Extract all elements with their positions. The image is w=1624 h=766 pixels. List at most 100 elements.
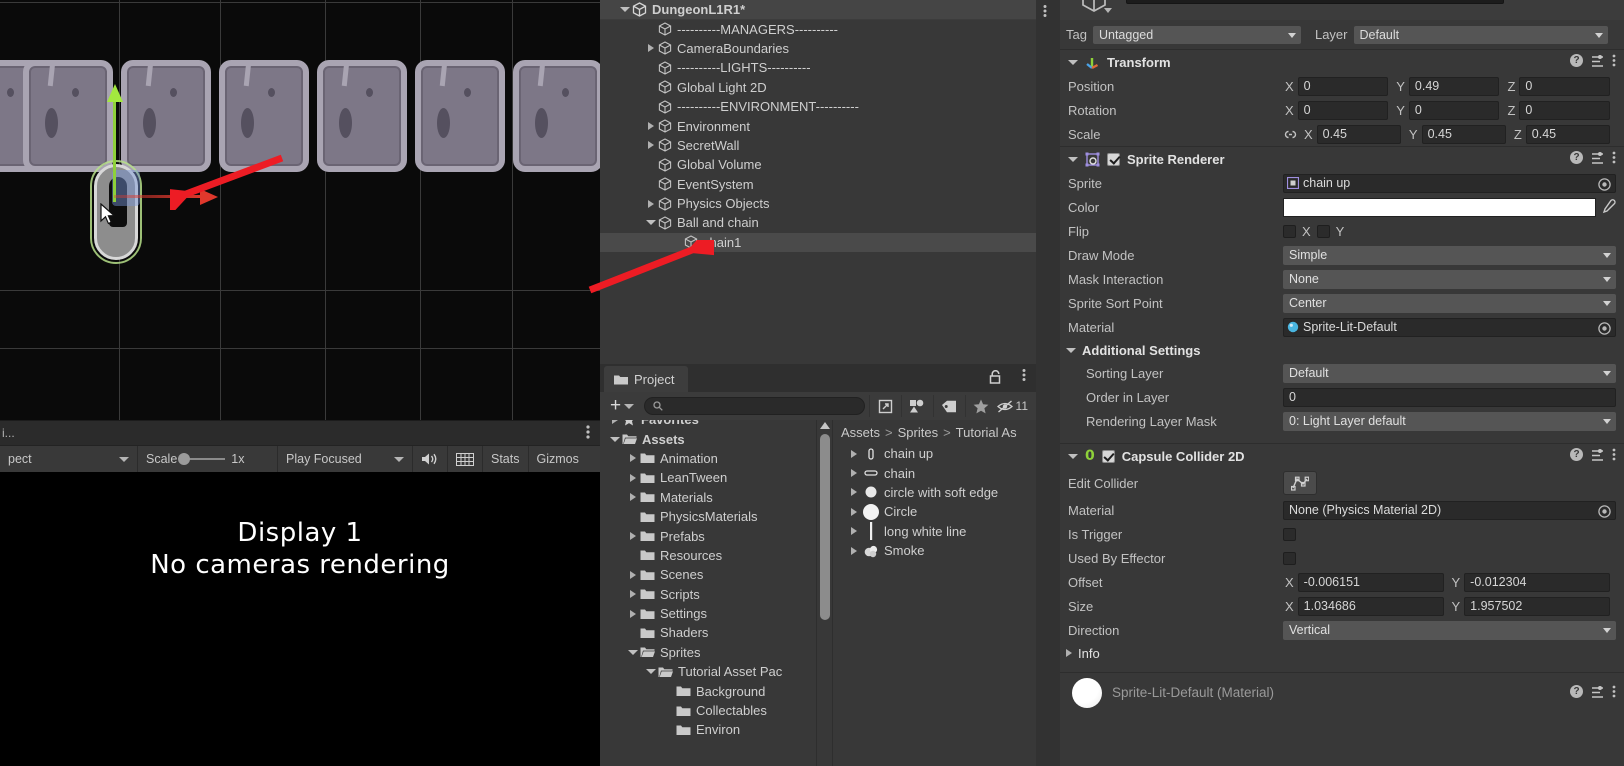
size-x-input[interactable]: 1.034686: [1297, 596, 1444, 616]
draw-mode-row[interactable]: Draw Mode Simple: [1060, 243, 1624, 267]
flip-y-checkbox[interactable]: [1316, 224, 1330, 238]
is-trigger-row[interactable]: Is Trigger: [1060, 522, 1624, 546]
scene-tile[interactable]: [415, 60, 505, 172]
favorites-filter-button[interactable]: [964, 395, 997, 417]
additional-settings-header[interactable]: Additional Settings: [1060, 339, 1624, 361]
tree-toggle[interactable]: [847, 469, 861, 478]
hierarchy-item-environment[interactable]: Environment: [600, 116, 1036, 135]
object-picker-icon[interactable]: [1598, 177, 1611, 191]
tree-toggle[interactable]: [608, 436, 622, 442]
project-folder-animation[interactable]: Animation: [600, 449, 816, 468]
material-footer[interactable]: Sprite-Lit-Default (Material) ?: [1060, 672, 1624, 712]
tree-toggle[interactable]: [847, 449, 861, 458]
aspect-dropdown[interactable]: pect: [0, 446, 138, 472]
scale-slider-track[interactable]: [178, 453, 226, 465]
hierarchy-item-secretwall[interactable]: SecretWall: [600, 136, 1036, 155]
draw-mode-dropdown[interactable]: Simple: [1283, 245, 1616, 265]
info-foldout[interactable]: Info: [1060, 642, 1624, 664]
offset-y-input[interactable]: -0.012304: [1464, 572, 1610, 592]
hierarchy-item-eventsystem[interactable]: EventSystem: [600, 175, 1036, 194]
color-swatch[interactable]: [1283, 197, 1596, 217]
capsule-collider-enabled-checkbox[interactable]: [1101, 449, 1115, 463]
kebab-menu-icon[interactable]: [1612, 685, 1616, 698]
size-y-input[interactable]: 1.957502: [1464, 596, 1610, 616]
edit-collider-row[interactable]: Edit Collider: [1060, 468, 1624, 498]
cc-material-row[interactable]: Material None (Physics Material 2D): [1060, 498, 1624, 522]
asset-row[interactable]: chain up: [833, 444, 1036, 463]
kebab-menu-icon[interactable]: [1612, 448, 1616, 461]
scrollbar-thumb[interactable]: [820, 434, 830, 620]
breadcrumb-item[interactable]: Assets: [841, 425, 880, 440]
sprite-renderer-enabled-checkbox[interactable]: [1107, 152, 1120, 166]
project-folder-prefabs[interactable]: Prefabs: [600, 526, 816, 545]
project-folder-tutorial-asset-pac[interactable]: Tutorial Asset Pac: [600, 662, 816, 681]
scene-tile[interactable]: [23, 60, 113, 172]
search-input-wrapper[interactable]: [644, 397, 865, 415]
gizmo-y-axis[interactable]: [113, 90, 116, 202]
eyedropper-icon[interactable]: [1600, 199, 1616, 215]
rotation-x-input[interactable]: 0: [1297, 100, 1389, 120]
mask-interaction-dropdown[interactable]: None: [1283, 269, 1616, 289]
tag-layer-row[interactable]: Tag Untagged Layer Default: [1060, 20, 1624, 49]
hierarchy-item-managers[interactable]: ----------MANAGERS----------: [600, 19, 1036, 38]
tree-toggle[interactable]: [626, 473, 640, 482]
breadcrumb-item[interactable]: Tutorial As: [956, 425, 1017, 440]
flip-x-checkbox[interactable]: [1283, 224, 1296, 238]
project-toolbar[interactable]: + 11: [600, 392, 1036, 420]
inspector-body[interactable]: chain1 Tag Untagged Layer Default Transf: [1060, 0, 1624, 766]
hierarchy-item-environment[interactable]: ----------ENVIRONMENT----------: [600, 97, 1036, 116]
kebab-menu-icon[interactable]: [1022, 368, 1026, 382]
preset-icon[interactable]: [1591, 151, 1604, 164]
project-folder-sprites[interactable]: Sprites: [600, 643, 816, 662]
rotation-y-input[interactable]: 0: [1408, 100, 1500, 120]
sr-material-row[interactable]: Material Sprite-Lit-Default: [1060, 315, 1624, 339]
asset-row[interactable]: Circle: [833, 502, 1036, 521]
kebab-menu-icon[interactable]: [1612, 151, 1616, 164]
sorting-layer-row[interactable]: Sorting Layer Default: [1060, 361, 1624, 385]
scene-tile[interactable]: [317, 60, 407, 172]
mask-interaction-row[interactable]: Mask Interaction None: [1060, 267, 1624, 291]
asset-row[interactable]: chain: [833, 463, 1036, 482]
scale-slider-knob[interactable]: [178, 453, 191, 465]
project-panel[interactable]: Project + 11 Assets Animation LeanTween …: [600, 364, 1036, 766]
hierarchy-item-chain1[interactable]: chain1: [600, 232, 1036, 253]
tree-toggle[interactable]: [644, 220, 658, 226]
help-icon[interactable]: ?: [1570, 685, 1583, 698]
tree-toggle[interactable]: [618, 7, 632, 13]
project-asset-list[interactable]: Assets > Sprites > Tutorial As chain up chain…: [832, 420, 1036, 766]
position-y-input[interactable]: 0.49: [1408, 76, 1500, 96]
help-icon[interactable]: ?: [1570, 54, 1583, 67]
hierarchy-item-ball-and-chain[interactable]: Ball and chain: [600, 213, 1036, 232]
order-in-layer-input[interactable]: 0: [1283, 387, 1616, 407]
project-tree-scrollbar[interactable]: [816, 420, 832, 766]
tree-toggle[interactable]: [608, 420, 622, 424]
tree-toggle[interactable]: [626, 609, 640, 618]
expand-triangle-icon[interactable]: [1066, 649, 1072, 657]
project-folder-shaders[interactable]: Shaders: [600, 623, 816, 642]
tree-toggle[interactable]: [626, 649, 640, 655]
collapse-triangle-icon[interactable]: [1068, 156, 1078, 162]
scene-tile[interactable]: [219, 60, 309, 172]
tree-toggle[interactable]: [644, 669, 658, 675]
transform-position-row[interactable]: Position X 0 Y 0.49 Z 0: [1060, 74, 1624, 98]
collapse-triangle-icon[interactable]: [1068, 59, 1078, 65]
game-view-toolbar[interactable]: pect Scale 1x Play Focused Stats Gizmos: [0, 445, 600, 472]
preset-icon[interactable]: [1591, 685, 1604, 698]
hierarchy-panel[interactable]: DungeonL1R1* ----------MANAGERS----------…: [588, 0, 1036, 364]
used-by-effector-row[interactable]: Used By Effector: [1060, 546, 1624, 570]
project-folder-background[interactable]: Background: [600, 681, 816, 700]
tree-toggle[interactable]: [644, 44, 658, 53]
hierarchy-item-lights[interactable]: ----------LIGHTS----------: [600, 58, 1036, 77]
hierarchy-item-global-volume[interactable]: Global Volume: [600, 155, 1036, 174]
project-folder-scenes[interactable]: Scenes: [600, 565, 816, 584]
scene-view[interactable]: [0, 0, 600, 440]
help-icon[interactable]: ?: [1570, 151, 1583, 164]
help-icon[interactable]: ?: [1570, 448, 1583, 461]
tree-toggle[interactable]: [847, 527, 861, 536]
tree-toggle[interactable]: [626, 493, 640, 502]
gameobject-name-input[interactable]: chain1: [1126, 0, 1504, 4]
color-row[interactable]: Color: [1060, 195, 1624, 219]
hierarchy-item-global-light-2d[interactable]: Global Light 2D: [600, 78, 1036, 97]
transform-scale-row[interactable]: Scale X 0.45 Y 0.45 Z 0.45: [1060, 122, 1624, 146]
scene-tile[interactable]: [513, 60, 600, 172]
